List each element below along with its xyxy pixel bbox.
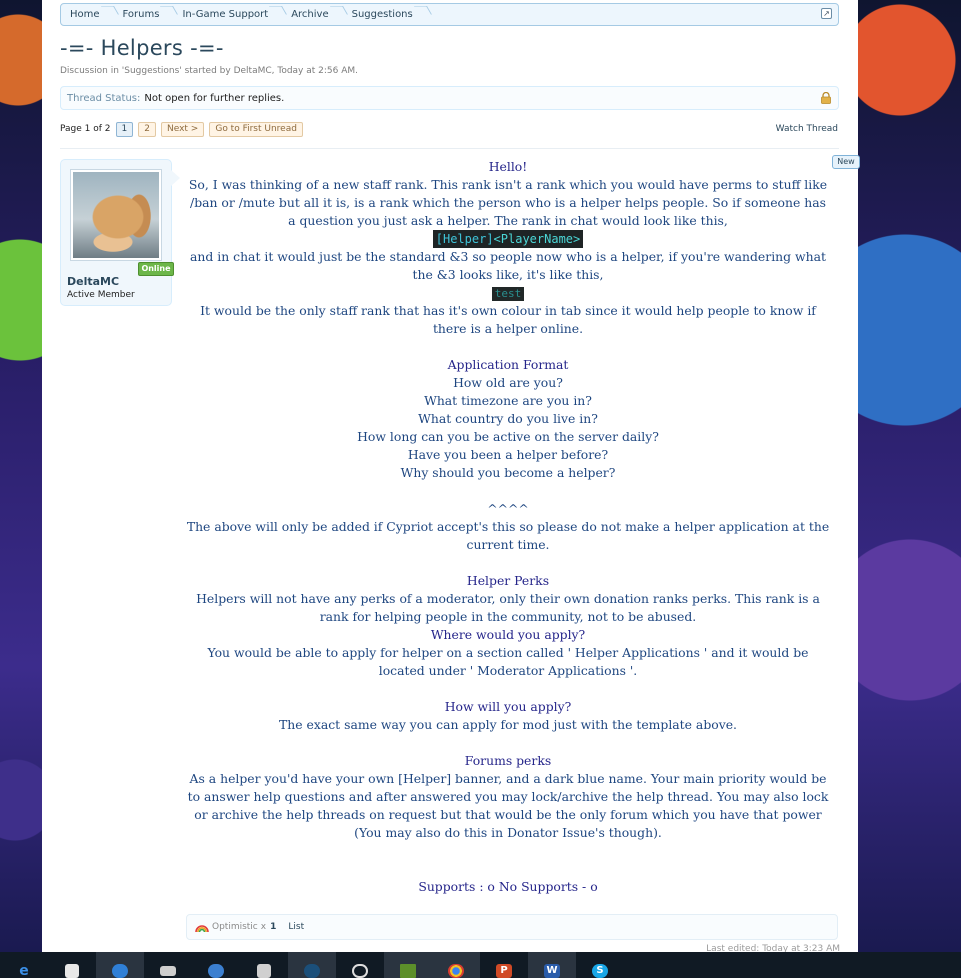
last-edited: Last edited: Today at 3:23 AM xyxy=(706,944,840,952)
rating-name: Optimistic xyxy=(212,922,258,932)
minecraft-icon[interactable] xyxy=(384,952,432,978)
divider xyxy=(60,148,839,149)
question-line: What country do you live in? xyxy=(418,411,598,426)
post-line: The above will only be added if Cypriot … xyxy=(186,519,830,552)
jump-to-icon[interactable]: ↗ xyxy=(821,8,832,19)
post-line: ^^^^ xyxy=(487,501,529,516)
watch-thread-link[interactable]: Watch Thread xyxy=(776,124,838,134)
breadcrumb: Home Forums In-Game Support Archive Sugg… xyxy=(60,3,839,26)
word-icon[interactable]: W xyxy=(528,952,576,978)
online-badge: Online xyxy=(138,262,174,276)
post-body: Hello! So, I was thinking of a new staff… xyxy=(186,158,830,896)
ratings-bar: Optimistic x 1 List xyxy=(186,914,838,940)
post-line: You would be able to apply for helper on… xyxy=(207,645,809,678)
post-line: The exact same way you can apply for mod… xyxy=(279,717,737,732)
rating-x: x xyxy=(260,922,267,932)
section-heading: Where would you apply? xyxy=(430,627,586,642)
page-2-button[interactable]: 2 xyxy=(138,121,156,137)
test-preview: test xyxy=(186,284,830,302)
first-unread-button[interactable]: Go to First Unread xyxy=(209,121,303,137)
new-badge: New xyxy=(832,155,860,169)
camera-icon[interactable] xyxy=(192,952,240,978)
forum-page: Home Forums In-Game Support Archive Sugg… xyxy=(42,0,858,952)
taskbar: e P W S xyxy=(0,952,961,978)
section-heading: Forums perks xyxy=(464,753,552,768)
post-line: Hello! xyxy=(488,159,528,174)
breadcrumb-home[interactable]: Home xyxy=(61,4,114,25)
steam-icon[interactable] xyxy=(288,952,336,978)
question-line: How old are you? xyxy=(453,375,563,390)
thread-meta: Discussion in 'Suggestions' started by D… xyxy=(60,66,358,76)
post-line: So, I was thinking of a new staff rank. … xyxy=(188,177,828,228)
page-nav: Page 1 of 2 1 2 Next > Go to First Unrea… xyxy=(60,121,308,137)
rating-count: 1 xyxy=(270,922,277,932)
powerpoint-icon[interactable]: P xyxy=(480,952,528,978)
skype-icon[interactable]: S xyxy=(576,952,624,978)
user-card: Online DeltaMC Active Member xyxy=(60,159,180,306)
edge-icon[interactable]: e xyxy=(0,952,48,978)
steam-app-icon[interactable] xyxy=(96,952,144,978)
page-1-button[interactable]: 1 xyxy=(115,121,134,137)
lock-icon xyxy=(821,92,831,104)
thread-status-value: Not open for further replies. xyxy=(144,92,285,104)
question-line: What timezone are you in? xyxy=(424,393,592,408)
section-heading: Helper Perks xyxy=(466,573,550,588)
breadcrumb-forums[interactable]: Forums xyxy=(114,4,174,25)
next-page-button[interactable]: Next > xyxy=(160,121,205,137)
page-label: Page 1 of 2 xyxy=(60,124,111,134)
user-title: Active Member xyxy=(67,290,135,300)
post-line: and in chat it would just be the standar… xyxy=(190,249,826,282)
rank-name-text: <PlayerName> xyxy=(493,232,581,246)
breadcrumb-archive[interactable]: Archive xyxy=(282,4,342,25)
thread-status-bar: Thread Status: Not open for further repl… xyxy=(60,86,839,110)
question-line: How long can you be active on the server… xyxy=(357,429,659,444)
chrome-icon[interactable] xyxy=(432,952,480,978)
rank-preview-image: [Helper]<PlayerName> xyxy=(432,230,584,248)
thread-status-label: Thread Status: xyxy=(67,92,141,104)
rank-helper-text: [Helper] xyxy=(435,232,494,246)
question-line: Why should you become a helper? xyxy=(400,465,616,480)
rainbow-icon xyxy=(195,925,209,933)
ratings-list-link[interactable]: List xyxy=(288,922,304,932)
store-icon[interactable] xyxy=(48,952,96,978)
test-preview-image: test xyxy=(491,287,525,301)
section-heading: Application Format xyxy=(447,357,569,372)
rank-preview: [Helper]<PlayerName> xyxy=(186,230,830,248)
avatar[interactable] xyxy=(70,169,162,261)
mail-icon[interactable] xyxy=(144,952,192,978)
username-link[interactable]: DeltaMC xyxy=(67,275,119,288)
breadcrumb-in-game-support[interactable]: In-Game Support xyxy=(173,4,282,25)
rabbit-avatar-image xyxy=(73,172,159,258)
post-line: It would be the only staff rank that has… xyxy=(200,303,816,336)
supports-line: Supports : o No Supports - o xyxy=(418,879,598,894)
section-heading: How will you apply? xyxy=(444,699,572,714)
breadcrumb-suggestions[interactable]: Suggestions xyxy=(343,4,427,25)
question-line: Have you been a helper before? xyxy=(407,447,609,462)
post-line: Helpers will not have any perks of a mod… xyxy=(196,591,820,624)
post-line: As a helper you'd have your own [Helper]… xyxy=(187,771,829,840)
calculator-icon[interactable] xyxy=(240,952,288,978)
page-title: -=- Helpers -=- xyxy=(60,36,224,60)
music-icon[interactable] xyxy=(336,952,384,978)
